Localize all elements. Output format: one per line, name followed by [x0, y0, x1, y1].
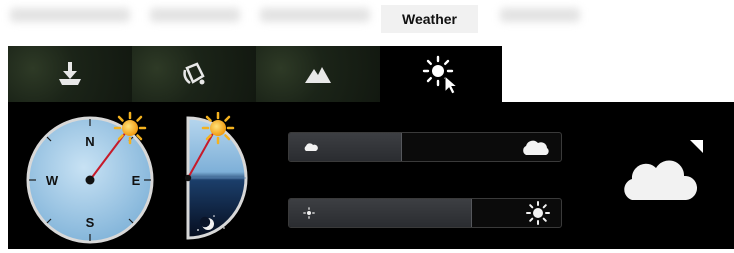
- sunlight-slider[interactable]: [288, 198, 562, 228]
- cloud-icon[interactable]: [620, 152, 700, 208]
- cloud-cover-slider[interactable]: [288, 132, 562, 162]
- weather-tooltip: Weather: [381, 5, 478, 33]
- sun-icon: [422, 55, 459, 94]
- paint-bucket-icon: [183, 62, 205, 85]
- sun-direction-compass[interactable]: N S W E: [22, 110, 158, 246]
- tab-weather[interactable]: [380, 46, 502, 102]
- weather-panel: N S W E: [8, 102, 734, 249]
- compass-north-label: N: [85, 134, 94, 149]
- download-tray-icon: [59, 62, 81, 85]
- small-cloud-icon: [303, 142, 319, 152]
- compass-sun-handle[interactable]: [113, 111, 147, 145]
- compass-east-label: E: [132, 173, 141, 188]
- mountain-icon: [305, 67, 331, 83]
- small-sun-icon: [303, 207, 315, 219]
- tool-tab-bar: [8, 46, 734, 102]
- sun-elevation-dial[interactable]: [184, 112, 252, 242]
- compass-west-label: W: [46, 173, 59, 188]
- tab-terrain[interactable]: [256, 46, 380, 102]
- compass-center: [85, 175, 95, 185]
- tab-paint[interactable]: [132, 46, 256, 102]
- mouse-cursor-icon: [444, 74, 459, 94]
- tab-install[interactable]: [8, 46, 132, 102]
- sunlight-fill: [289, 199, 473, 227]
- compass-south-label: S: [86, 215, 95, 230]
- large-cloud-icon: [521, 138, 551, 156]
- elevation-sun-handle[interactable]: [201, 112, 235, 145]
- blurred-background: [0, 0, 734, 45]
- large-sun-icon: [525, 200, 551, 226]
- tooltip-label: Weather: [402, 11, 457, 27]
